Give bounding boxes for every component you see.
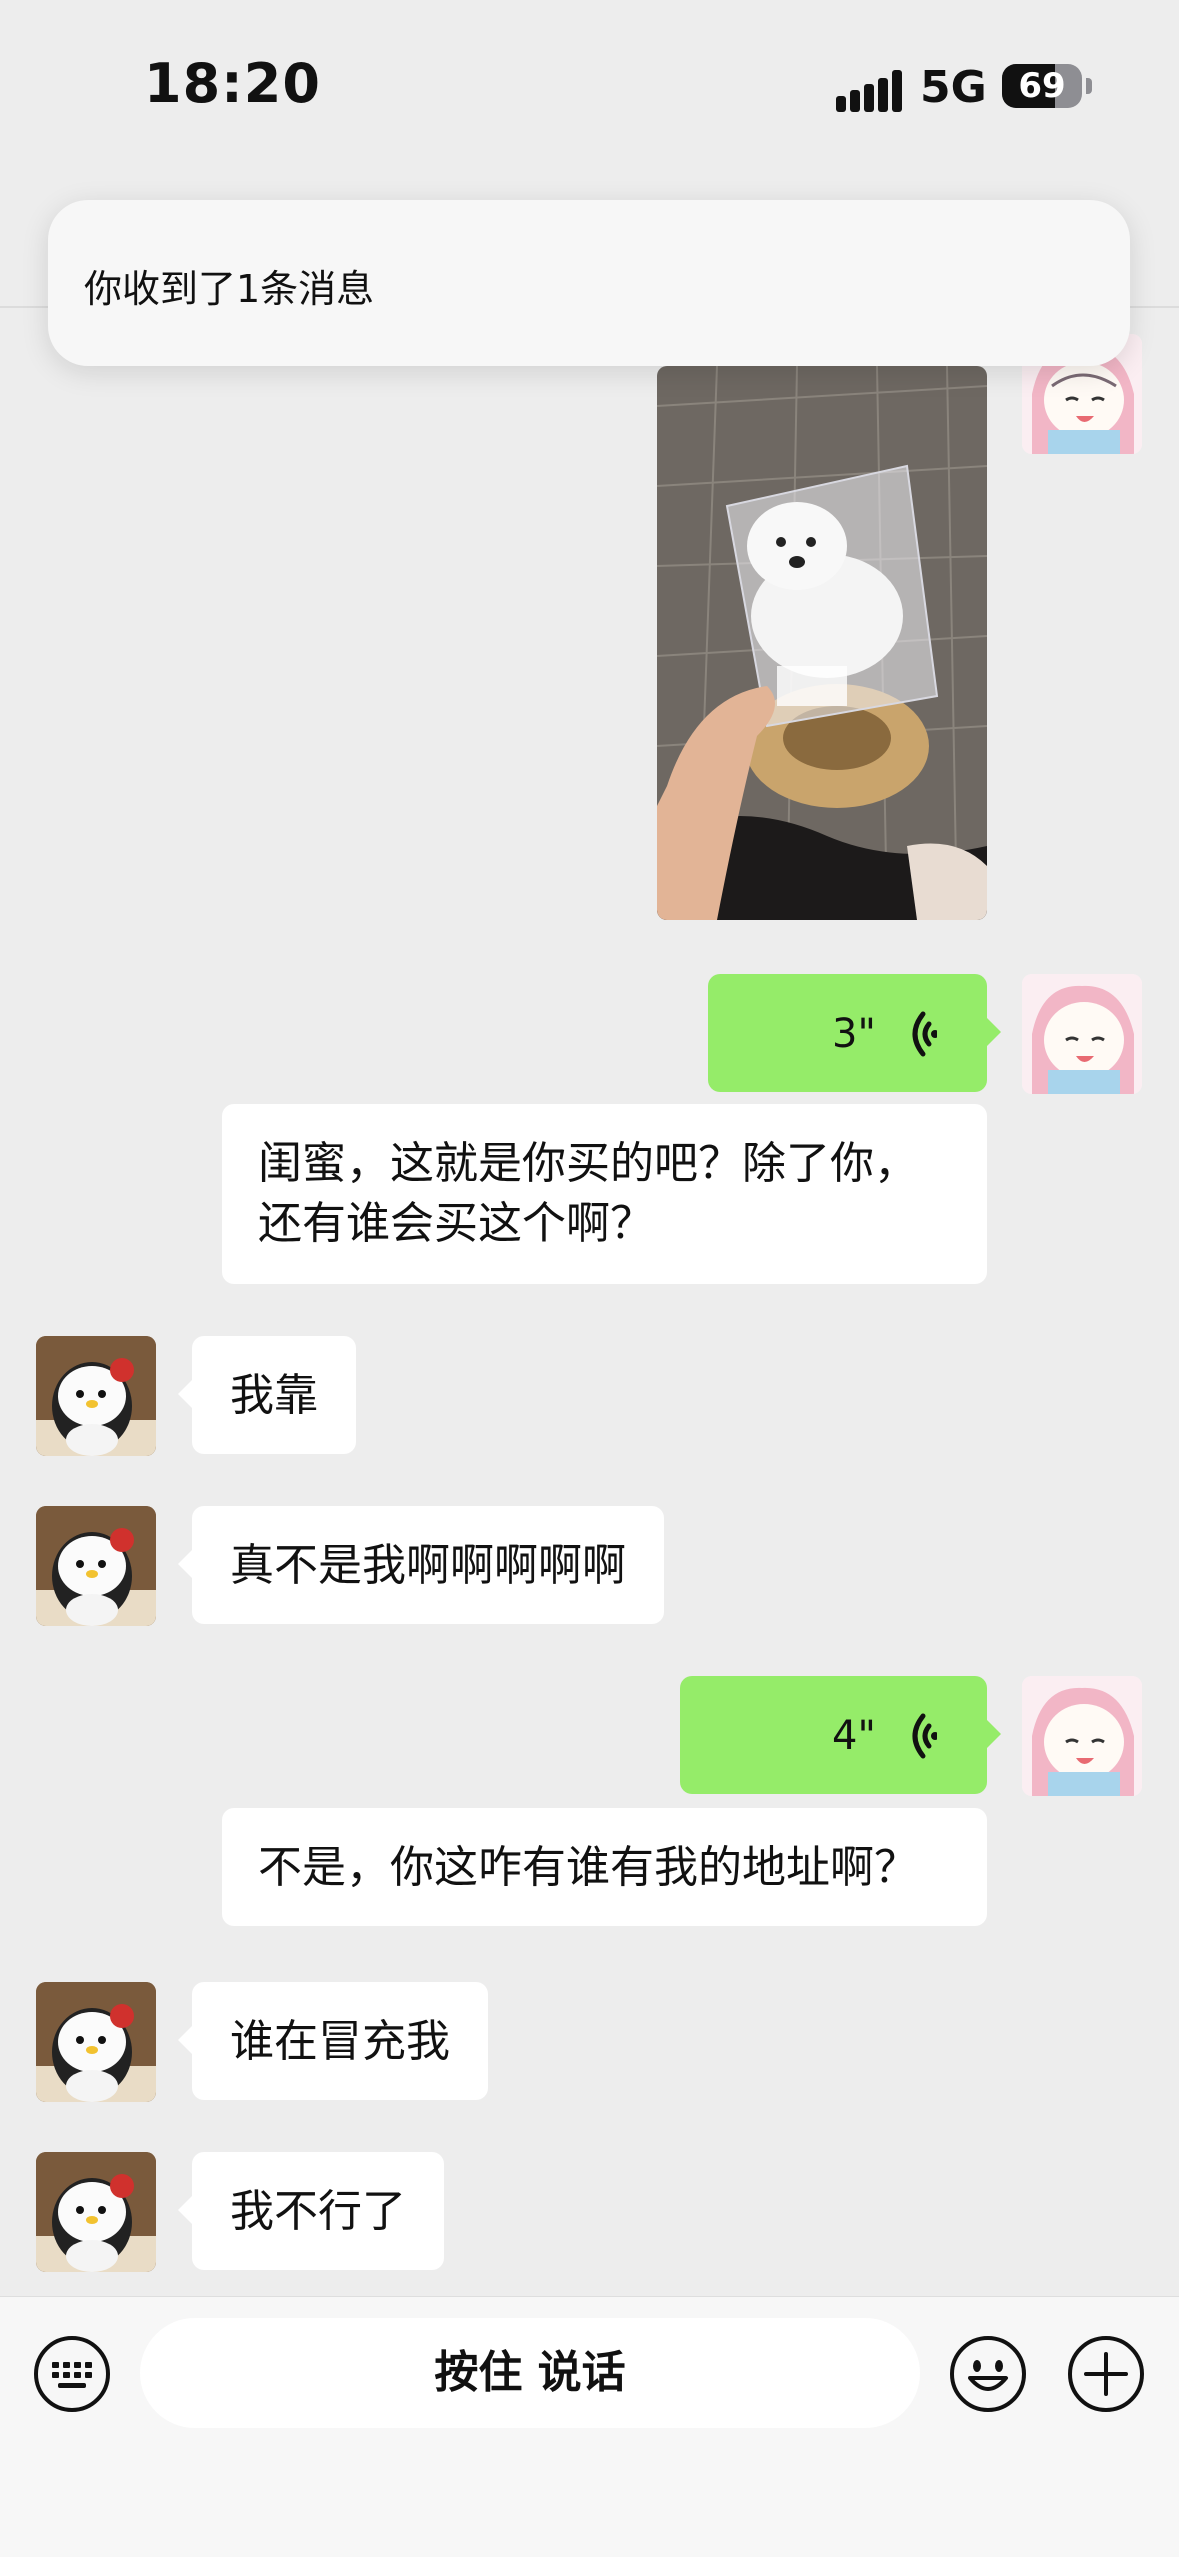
voice-transcription: 闺蜜，这就是你买的吧？除了你， 还有谁会买这个啊？ — [222, 1104, 987, 1284]
voice-wave-icon — [912, 1713, 937, 1759]
friend-avatar[interactable] — [36, 1506, 156, 1626]
hold-to-talk-button[interactable]: 按住 说话 — [140, 2318, 920, 2428]
plus-icon[interactable] — [1066, 2334, 1146, 2414]
keyboard-icon[interactable] — [32, 2334, 112, 2414]
network-type: 5G — [920, 62, 987, 113]
message-bubble[interactable]: 谁在冒充我 — [178, 1982, 488, 2100]
my-avatar[interactable] — [1022, 1676, 1142, 1796]
status-time: 18:20 — [144, 52, 321, 115]
voice-wave-icon — [912, 1011, 937, 1057]
battery-level: 69 — [1018, 66, 1066, 106]
battery-cap — [1086, 78, 1092, 94]
status-bar: 18:20 5G 69 — [0, 0, 1179, 170]
signal-icon — [836, 70, 902, 112]
message-bubble[interactable]: 我靠 — [178, 1336, 356, 1454]
sent-photo[interactable] — [657, 366, 987, 920]
voice-duration: 3" — [832, 1011, 876, 1057]
emoji-icon[interactable] — [948, 2334, 1028, 2414]
voice-message[interactable]: 4" — [680, 1676, 1001, 1794]
notification-banner[interactable]: 你收到了1条消息 — [48, 200, 1130, 366]
message-bubble[interactable]: 我不行了 — [178, 2152, 444, 2270]
message-bubble[interactable]: 真不是我啊啊啊啊啊 — [178, 1506, 664, 1624]
voice-duration: 4" — [832, 1713, 876, 1759]
friend-avatar[interactable] — [36, 1336, 156, 1456]
voice-message[interactable]: 3" — [708, 974, 1001, 1092]
my-avatar[interactable] — [1022, 974, 1142, 1094]
friend-avatar[interactable] — [36, 1982, 156, 2102]
battery-icon: 69 — [1002, 64, 1082, 108]
friend-avatar[interactable] — [36, 2152, 156, 2272]
notification-text: 你收到了1条消息 — [84, 267, 375, 311]
voice-transcription: 不是，你这咋有谁有我的地址啊？ — [222, 1808, 987, 1926]
